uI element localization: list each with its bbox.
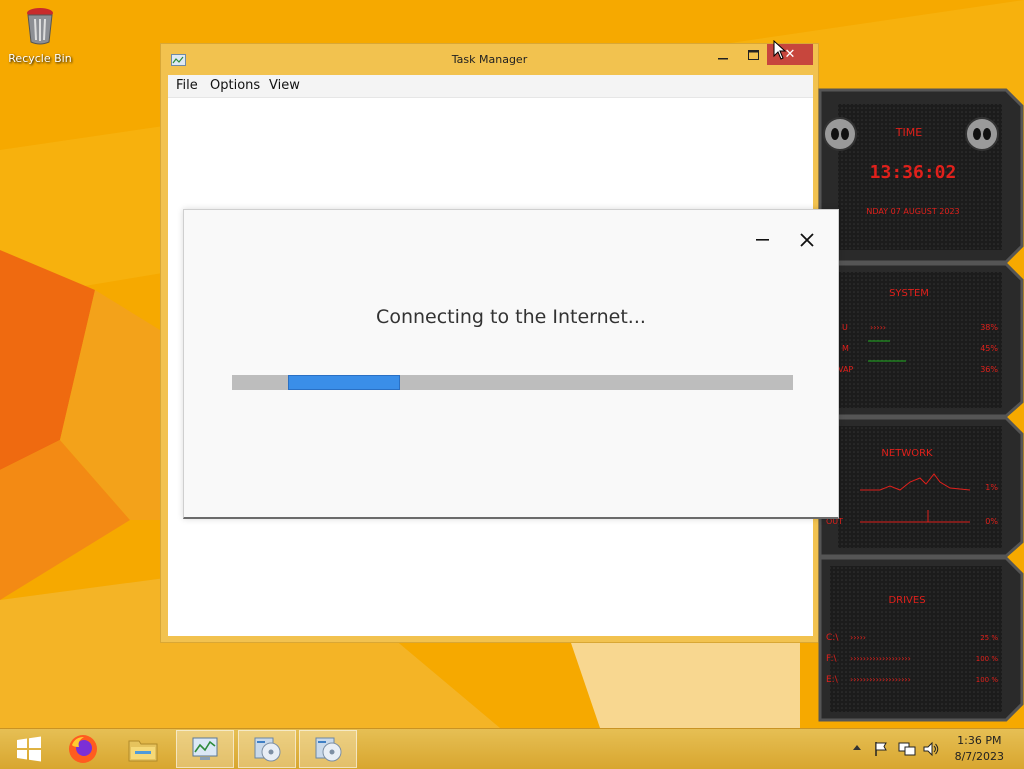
menu-file[interactable]: File <box>176 78 198 93</box>
dialog-close-button[interactable] <box>799 228 821 252</box>
svg-text:›››››: ››››› <box>870 323 886 332</box>
network-gadget-header: NETWORK <box>881 448 933 459</box>
taskbar-clock[interactable]: 1:36 PM 8/7/2023 <box>955 733 1004 765</box>
network-in-value: 1% <box>985 483 998 492</box>
system-swap-value: 36% <box>980 365 998 374</box>
minimize-button[interactable] <box>709 44 737 65</box>
alien-head-icon <box>823 117 857 151</box>
svg-text:›››››››››››››››››››: ››››››››››››››››››› <box>850 675 911 684</box>
taskbar: 1:36 PM 8/7/2023 <box>0 728 1024 769</box>
system-gadget-header: SYSTEM <box>889 288 929 299</box>
menu-view[interactable]: View <box>269 78 300 93</box>
network-out-value: 0% <box>985 517 998 526</box>
drives-gadget-header: DRIVES <box>888 595 925 606</box>
progress-indicator <box>288 375 400 390</box>
firefox-icon <box>69 735 97 763</box>
windows-logo-icon <box>17 736 41 762</box>
connecting-message: Connecting to the Internet... <box>376 306 646 328</box>
action-center-flag-icon[interactable] <box>873 741 889 757</box>
network-icon[interactable] <box>898 741 916 757</box>
taskbar-setup-1[interactable] <box>238 730 296 768</box>
menu-bar: File Options View <box>168 75 813 98</box>
task-manager-icon <box>192 737 218 760</box>
start-button[interactable] <box>0 730 58 768</box>
system-cpu-value: 38% <box>980 323 998 332</box>
folder-icon <box>128 740 158 762</box>
drive-e-label: E:\ <box>826 675 839 685</box>
system-swap-label: VAP <box>838 365 853 374</box>
title-bar[interactable]: Task Manager ✕ <box>161 44 818 74</box>
drive-f-value: 100 % <box>976 655 999 663</box>
mouse-cursor-icon <box>773 40 787 60</box>
volume-icon[interactable] <box>922 741 940 757</box>
svg-text:›››››››››››››››››››: ››››››››››››››››››› <box>850 654 911 663</box>
taskbar-task-manager[interactable] <box>176 730 234 768</box>
minimize-icon <box>756 239 769 241</box>
taskbar-setup-2[interactable] <box>299 730 357 768</box>
installer-disc-icon <box>254 737 281 762</box>
desktop-icon-recycle-bin[interactable]: Recycle Bin <box>8 6 72 65</box>
menu-options[interactable]: Options <box>210 78 260 93</box>
system-mem-value: 45% <box>980 344 998 353</box>
drive-f-label: F:\ <box>826 654 838 664</box>
drive-c-value: 25 % <box>980 634 998 642</box>
maximize-icon <box>747 49 759 60</box>
time-gadget-clock: 13:36:02 <box>870 162 957 183</box>
show-hidden-icons-icon[interactable] <box>852 741 862 753</box>
time-gadget-date: NDAY 07 AUGUST 2023 <box>866 207 959 216</box>
svg-text:›››››: ››››› <box>850 633 866 642</box>
desktop-icon-label: Recycle Bin <box>8 52 72 65</box>
drive-c-label: C:\ <box>826 633 839 643</box>
taskbar-file-explorer[interactable] <box>114 730 172 768</box>
time-gadget-header: TIME <box>895 126 922 139</box>
clock-time: 1:36 PM <box>957 734 1002 747</box>
connecting-dialog[interactable]: Connecting to the Internet... <box>183 209 839 519</box>
dialog-minimize-button[interactable] <box>756 228 774 252</box>
alien-head-icon <box>965 117 999 151</box>
close-icon <box>800 233 814 247</box>
clock-date: 8/7/2023 <box>954 750 1004 763</box>
progress-bar <box>232 375 793 390</box>
minimize-icon <box>718 57 728 59</box>
system-mem-label: M <box>842 344 849 353</box>
recycle-bin-icon <box>27 8 53 45</box>
taskbar-firefox[interactable] <box>54 730 112 768</box>
drive-e-value: 100 % <box>976 676 999 684</box>
maximize-button[interactable] <box>739 44 767 65</box>
system-cpu-label: U <box>842 323 848 332</box>
installer-disc-icon <box>315 737 342 762</box>
